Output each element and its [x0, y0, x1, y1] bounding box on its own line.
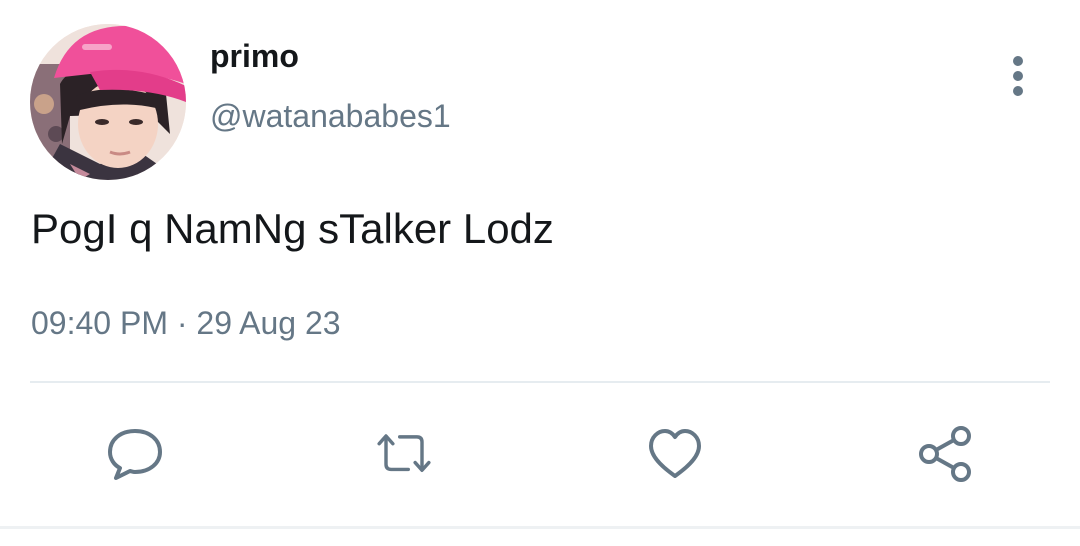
avatar-image	[30, 24, 186, 180]
tweet-date: 29 Aug 23	[196, 305, 341, 341]
bottom-divider	[0, 526, 1080, 529]
heart-icon	[649, 429, 701, 478]
retweet-button[interactable]	[374, 424, 434, 484]
share-button[interactable]	[915, 424, 975, 484]
display-name[interactable]: primo	[210, 38, 299, 75]
divider	[30, 381, 1050, 383]
more-dot-icon	[1013, 86, 1023, 96]
tweet-text: PogI q NamNg sTalker Lodz	[31, 205, 554, 252]
share-nodes-icon	[919, 426, 971, 482]
more-dot-icon	[1013, 56, 1023, 66]
meta-separator: ·	[176, 305, 188, 341]
tweet-time: 09:40 PM	[31, 305, 168, 341]
speech-bubble-icon	[108, 429, 162, 480]
tweet-timestamp: 09:40 PM · 29 Aug 23	[31, 305, 341, 342]
more-options-button[interactable]	[996, 52, 1040, 100]
retweet-arrows-icon	[377, 434, 431, 472]
like-button[interactable]	[645, 424, 705, 484]
reply-button[interactable]	[105, 424, 165, 484]
more-dot-icon	[1013, 71, 1023, 81]
tweet-card: primo @watanababes1 PogI q NamNg sTalker…	[0, 0, 1080, 546]
avatar[interactable]	[30, 24, 186, 180]
user-handle[interactable]: @watanababes1	[210, 98, 451, 135]
